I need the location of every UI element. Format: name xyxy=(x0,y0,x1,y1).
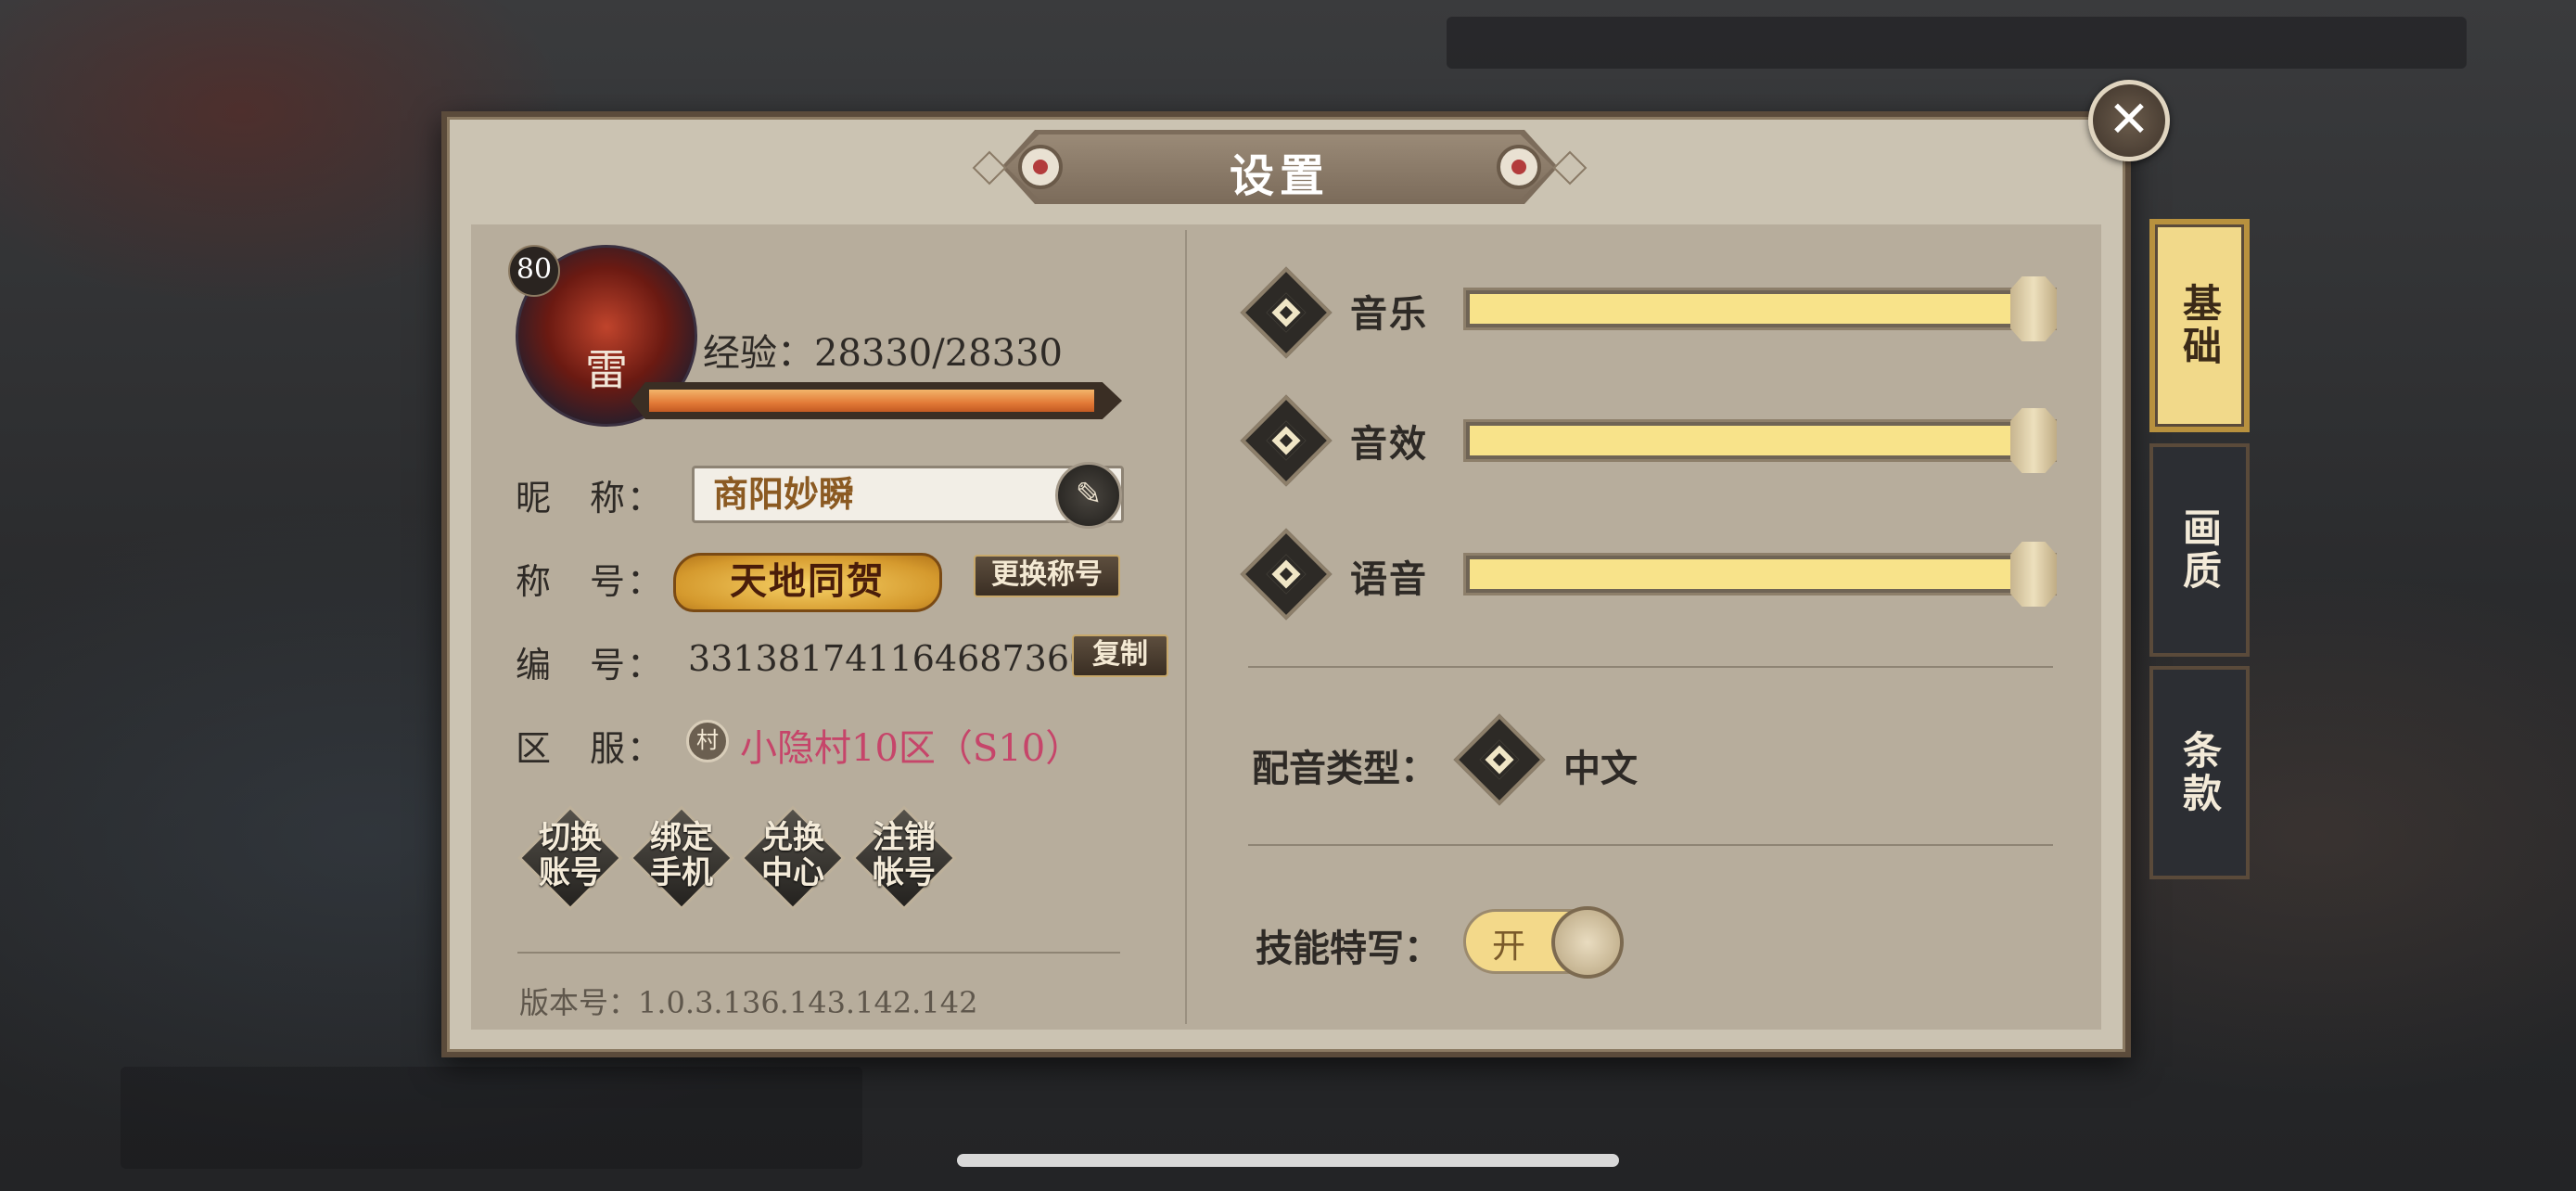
voice-label: 语音 xyxy=(1350,557,1428,601)
button-label-line1: 绑定 xyxy=(650,819,713,856)
music-label: 音乐 xyxy=(1350,292,1428,336)
edit-nickname-button[interactable]: ✎ xyxy=(1055,462,1122,529)
sfx-toggle-icon[interactable] xyxy=(1240,394,1333,487)
change-title-button[interactable]: 更换称号 xyxy=(974,555,1120,597)
nickname-label: 昵 称： xyxy=(516,478,665,519)
exp-progress-bar xyxy=(631,382,1122,419)
delete-account-button[interactable]: 注销 帐号 xyxy=(851,805,957,911)
button-label-line2: 中心 xyxy=(761,854,824,891)
button-label-line2: 账号 xyxy=(539,854,602,891)
version-divider xyxy=(517,952,1120,954)
slider-fill xyxy=(1470,294,2036,324)
voice-slider[interactable] xyxy=(1463,542,2057,607)
toggle-text: 开 xyxy=(1492,928,1526,966)
server-name: 小隐村10区（S10） xyxy=(740,727,1083,770)
music-slider[interactable] xyxy=(1463,276,2057,341)
voice-type-radio[interactable] xyxy=(1453,713,1546,806)
server-icon: 村 xyxy=(686,720,729,762)
voice-toggle-icon[interactable] xyxy=(1240,528,1333,621)
slider-fill xyxy=(1470,426,2036,455)
id-label: 编 号： xyxy=(516,645,665,685)
tab-basic[interactable]: 基础 xyxy=(2149,219,2250,432)
background-chat-area xyxy=(121,1067,862,1169)
dialog-title-banner: 设置 xyxy=(964,126,1595,208)
audio-divider xyxy=(1248,666,2053,668)
bind-phone-button[interactable]: 绑定 手机 xyxy=(629,805,734,911)
skill-closeup-label: 技能特写： xyxy=(1256,927,1441,970)
tab-label: 基础 xyxy=(2176,283,2223,368)
exp-text: 经验：28330/28330 xyxy=(703,332,1063,375)
player-id: 3313817411646873600 xyxy=(688,638,1115,679)
dialog-title: 设置 xyxy=(1229,150,1330,202)
toggle-knob[interactable] xyxy=(1551,906,1624,979)
title-label: 称 号： xyxy=(516,561,665,602)
server-label: 区 服： xyxy=(516,728,665,769)
button-label-line1: 兑换 xyxy=(761,819,824,856)
close-button[interactable]: ✕ xyxy=(2088,80,2170,161)
redeem-center-button[interactable]: 兑换 中心 xyxy=(740,805,846,911)
exp-progress-fill xyxy=(649,390,1094,412)
button-label-line2: 手机 xyxy=(650,854,713,891)
tab-label: 条款 xyxy=(2176,730,2223,815)
sfx-label: 音效 xyxy=(1350,422,1428,466)
background-hud-bar xyxy=(1447,17,2467,69)
tab-label: 画质 xyxy=(2176,507,2223,593)
switch-account-button[interactable]: 切换 账号 xyxy=(517,805,623,911)
button-label-line2: 帐号 xyxy=(873,854,936,891)
column-divider xyxy=(1185,230,1187,1024)
tab-graphics[interactable]: 画质 xyxy=(2149,443,2250,657)
slider-handle[interactable] xyxy=(2010,276,2057,341)
level-badge: 80 xyxy=(508,245,560,297)
voice-divider xyxy=(1248,844,2053,846)
slider-handle[interactable] xyxy=(2010,408,2057,473)
sfx-slider[interactable] xyxy=(1463,408,2057,473)
version-text: 版本号：1.0.3.136.143.142.142 xyxy=(519,985,978,1020)
button-label-line1: 切换 xyxy=(539,819,602,856)
tab-terms[interactable]: 条款 xyxy=(2149,666,2250,879)
skill-closeup-toggle[interactable]: 开 xyxy=(1463,906,1624,979)
slider-fill xyxy=(1470,559,2036,589)
title-badge: 天地同贺 xyxy=(673,553,942,612)
music-toggle-icon[interactable] xyxy=(1240,266,1333,359)
copy-button[interactable]: 复制 xyxy=(1072,634,1168,677)
button-label-line1: 注销 xyxy=(873,819,936,856)
home-indicator[interactable] xyxy=(957,1154,1619,1167)
voice-type-value[interactable]: 中文 xyxy=(1563,738,1638,792)
close-icon: ✕ xyxy=(2108,90,2150,148)
voice-type-label: 配音类型： xyxy=(1252,747,1437,790)
pen-icon: ✎ xyxy=(1075,476,1103,513)
slider-handle[interactable] xyxy=(2010,542,2057,607)
